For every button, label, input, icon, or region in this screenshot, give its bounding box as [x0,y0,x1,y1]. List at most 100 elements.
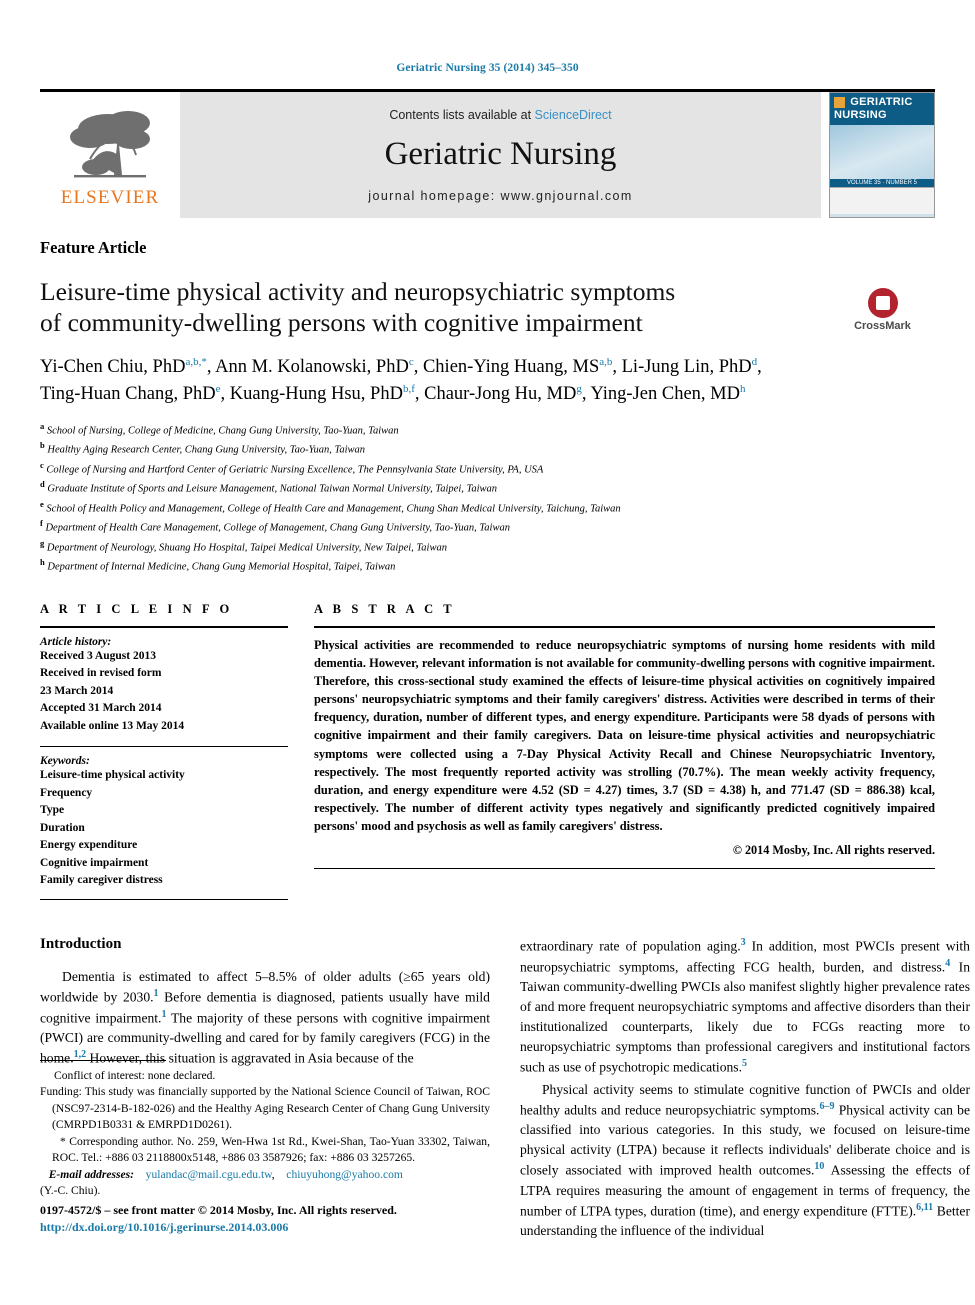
divider [40,746,288,748]
contents-available-line: Contents lists available at ScienceDirec… [389,108,611,122]
author-name: Ying-Jen Chen, MD [590,384,740,405]
citation-reference[interactable]: 3 [741,937,746,948]
author-name: Chaur-Jong Hu, MD [424,384,577,405]
elsevier-wordmark: ELSEVIER [60,187,160,208]
footnote-emails: E-mail addresses: yulandac@mail.cgu.edu.… [40,1167,490,1200]
author-name: Ann M. Kolanowski, PhD [215,357,409,378]
affiliation-text: School of Nursing, College of Medicine, … [44,425,399,437]
title-block: Leisure-time physical activity and neuro… [40,276,935,338]
affiliation-item: d Graduate Institute of Sports and Leisu… [40,478,935,498]
divider [40,625,288,628]
journal-title: Geriatric Nursing [384,135,617,172]
affiliation-item: f Department of Health Care Management, … [40,517,935,537]
author-name: Ting-Huan Chang, PhD [40,384,216,405]
abstract-copyright: © 2014 Mosby, Inc. All rights reserved. [732,843,935,858]
author-affiliation-marks: b,f [402,382,415,395]
divider [314,868,935,870]
citation-reference[interactable]: 1 [154,988,159,999]
article-history-item: Accepted 31 March 2014 [40,702,162,715]
article-history-item: 23 March 2014 [40,684,114,697]
author-affiliation-marks: c [408,356,414,369]
article-type-label: Feature Article [40,238,147,257]
affiliation-text: School of Health Policy and Management, … [43,503,621,515]
journal-homepage-line[interactable]: journal homepage: www.gnjournal.com [368,189,632,203]
author-affiliation-marks: d [751,356,758,369]
sciencedirect-link[interactable]: ScienceDirect [535,108,612,122]
introduction-heading: Introduction [40,936,122,953]
affiliation-text: Graduate Institute of Sports and Leisure… [44,483,498,495]
article-history-list: Received 3 August 2013 Received in revise… [40,648,288,735]
affiliation-item: a School of Nursing, College of Medicine… [40,420,935,440]
affiliation-text: College of Nursing and Hartford Center o… [43,464,544,476]
keyword-item: Cognitive impairment [40,856,149,869]
citation-reference[interactable]: 5 [742,1058,747,1069]
masthead-center: Contents lists available at ScienceDirec… [180,92,821,218]
cover-brand-line2: NURSING [834,108,887,121]
citation-reference[interactable]: 1,2 [74,1049,87,1060]
abstract-heading: A B S T R A C T [314,601,456,616]
citation-reference[interactable]: 10 [814,1161,824,1172]
page-title: Leisure-time physical activity and neuro… [40,276,740,338]
info-abstract-row: A R T I C L E I N F O Article history: R… [40,602,935,901]
title-line-1: Leisure-time physical activity and neuro… [40,277,676,306]
author-name: Yi-Chen Chiu, PhD [40,357,186,378]
intro-paragraph-left: Dementia is estimated to affect 5–8.5% o… [40,969,490,1066]
keyword-item: Leisure-time physical activity [40,769,185,782]
footnotes-block: Conflict of interest: none declared. Fun… [40,1060,490,1200]
cover-image-area [830,125,934,180]
article-page: Geriatric Nursing 35 (2014) 345–350 ELSE… [0,0,975,1305]
issn-line: 0197-4572/$ – see front matter © 2014 Mo… [40,1203,397,1217]
email-link-primary[interactable]: yulandac@mail.cgu.edu.tw [146,1168,272,1181]
author-affiliation-marks: e [215,382,221,395]
doi-link[interactable]: http://dx.doi.org/10.1016/j.gerinurse.20… [40,1219,500,1236]
keyword-item: Frequency [40,786,93,799]
crossmark-icon [867,288,898,318]
citation-reference[interactable]: 1 [161,1009,166,1020]
author-affiliation-marks: a,b [599,356,613,369]
cover-square-icon [834,97,845,109]
body-column-right: extraordinary rate of population aging.3… [520,936,970,1243]
article-history-item: Received 3 August 2013 [40,649,156,662]
affiliation-text: Healthy Aging Research Center, Chang Gun… [44,444,365,456]
intro-paragraph-right-1: extraordinary rate of population aging.3… [520,937,970,1075]
journal-cover-thumbnail[interactable]: GERIATRIC NURSING VOLUME 35 · NUMBER 5 [829,92,935,218]
abstract-column: A B S T R A C T Physical activities are … [314,602,935,901]
citation-reference[interactable]: 4 [945,958,950,969]
elsevier-tree-icon [70,111,150,178]
crossmark-badge[interactable]: CrossMark [830,288,935,332]
article-history-item: Available online 13 May 2014 [40,719,185,732]
keywords-list: Leisure-time physical activity Frequency T… [40,767,288,889]
journal-masthead: ELSEVIER Contents lists available at Sci… [40,89,935,218]
abstract-text: Physical activities are recommended to r… [314,637,935,833]
divider [40,899,288,901]
keyword-item: Energy expenditure [40,839,138,852]
cover-footer-area [830,187,934,215]
crossmark-label: CrossMark [854,320,911,332]
footnote-funding: Funding: This study was financially supp… [40,1085,490,1132]
footnote-rule [40,1060,166,1061]
article-info-heading: A R T I C L E I N F O [40,601,233,616]
footnote-conflict: Conflict of interest: none declared. [54,1069,216,1082]
intro-paragraph-right-2: Physical activity seems to stimulate cog… [520,1081,970,1239]
email-link-secondary[interactable]: chiuyuhong@yahoo.com [286,1168,403,1181]
affiliation-item: c College of Nursing and Hartford Center… [40,459,935,479]
keyword-item: Type [40,804,65,817]
citation-reference[interactable]: 6–9 [819,1101,834,1112]
affiliation-text: Department of Internal Medicine, Chang G… [44,561,396,573]
article-history-item: Received in revised form [40,667,162,680]
affiliation-text: Department of Health Care Management, Co… [42,522,510,534]
affiliation-item: b Healthy Aging Research Center, Chang G… [40,439,935,459]
keyword-item: Duration [40,821,85,834]
title-line-2: of community-dwelling persons with cogni… [40,308,643,338]
cover-brand-line1: GERIATRIC [850,96,913,108]
footnote-corresponding-author: * Corresponding author. No. 259, Wen-Hwa… [52,1134,490,1165]
author-affiliation-marks: h [739,382,746,395]
divider [314,625,935,628]
citation-reference[interactable]: 6,11 [916,1202,933,1213]
affiliation-item: g Department of Neurology, Shuang Ho Hos… [40,537,935,557]
cover-volume-strip: VOLUME 35 · NUMBER 5 [830,179,934,188]
keyword-item: Family caregiver distress [40,874,163,886]
article-info-column: A R T I C L E I N F O Article history: R… [40,602,288,901]
article-history-label: Article history: [40,635,112,648]
author-name: Kuang-Hung Hsu, PhD [229,384,403,405]
